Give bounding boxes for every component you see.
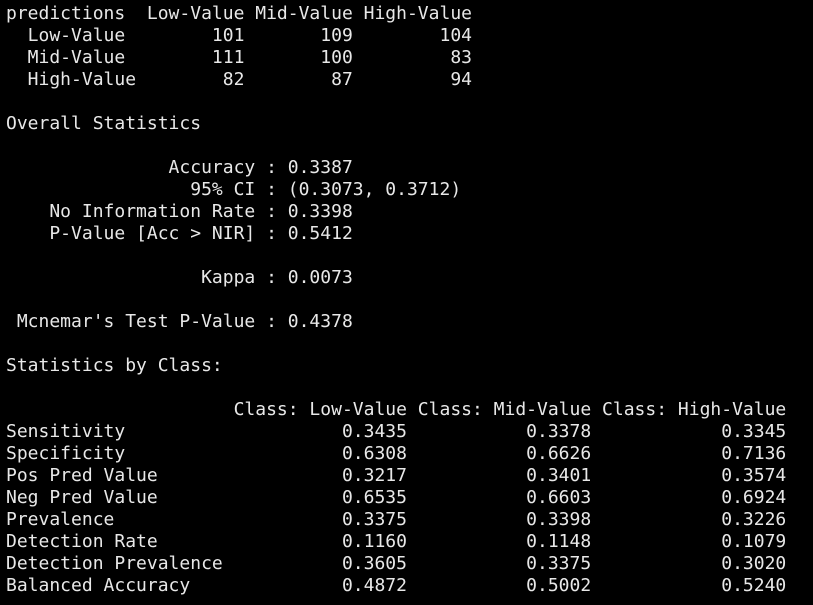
balanced-accuracy-row: Balanced Accuracy 0.4872 0.5002 0.5240	[6, 575, 787, 596]
kappa-line: Kappa : 0.0073	[6, 267, 353, 288]
mcnemar-test-line: Mcnemar's Test P-Value : 0.4378	[6, 311, 353, 332]
detection-rate-row: Detection Rate 0.1160 0.1148 0.1079	[6, 531, 787, 552]
confusion-matrix-row-low-value: Low-Value 101 109 104	[6, 25, 472, 46]
neg-pred-value-row: Neg Pred Value 0.6535 0.6603 0.6924	[6, 487, 787, 508]
no-information-rate-line: No Information Rate : 0.3398	[6, 201, 353, 222]
class-stats-header: Class: Low-Value Class: Mid-Value Class:…	[6, 399, 787, 420]
confusion-matrix-row-high-value: High-Value 82 87 94	[6, 69, 472, 90]
specificity-row: Specificity 0.6308 0.6626 0.7136	[6, 443, 787, 464]
confusion-matrix-row-mid-value: Mid-Value 111 100 83	[6, 47, 472, 68]
prevalence-row: Prevalence 0.3375 0.3398 0.3226	[6, 509, 787, 530]
console-output: predictions Low-Value Mid-Value High-Val…	[0, 0, 813, 605]
accuracy-line: Accuracy : 0.3387	[6, 157, 353, 178]
confidence-interval-line: 95% CI : (0.3073, 0.3712)	[6, 179, 462, 200]
p-value-line: P-Value [Acc > NIR] : 0.5412	[6, 223, 353, 244]
overall-statistics-heading: Overall Statistics	[6, 113, 202, 134]
sensitivity-row: Sensitivity 0.3435 0.3378 0.3345	[6, 421, 787, 442]
confusion-matrix-header: predictions Low-Value Mid-Value High-Val…	[6, 3, 472, 24]
statistics-by-class-heading: Statistics by Class:	[6, 355, 223, 376]
detection-prevalence-row: Detection Prevalence 0.3605 0.3375 0.302…	[6, 553, 787, 574]
pos-pred-value-row: Pos Pred Value 0.3217 0.3401 0.3574	[6, 465, 787, 486]
